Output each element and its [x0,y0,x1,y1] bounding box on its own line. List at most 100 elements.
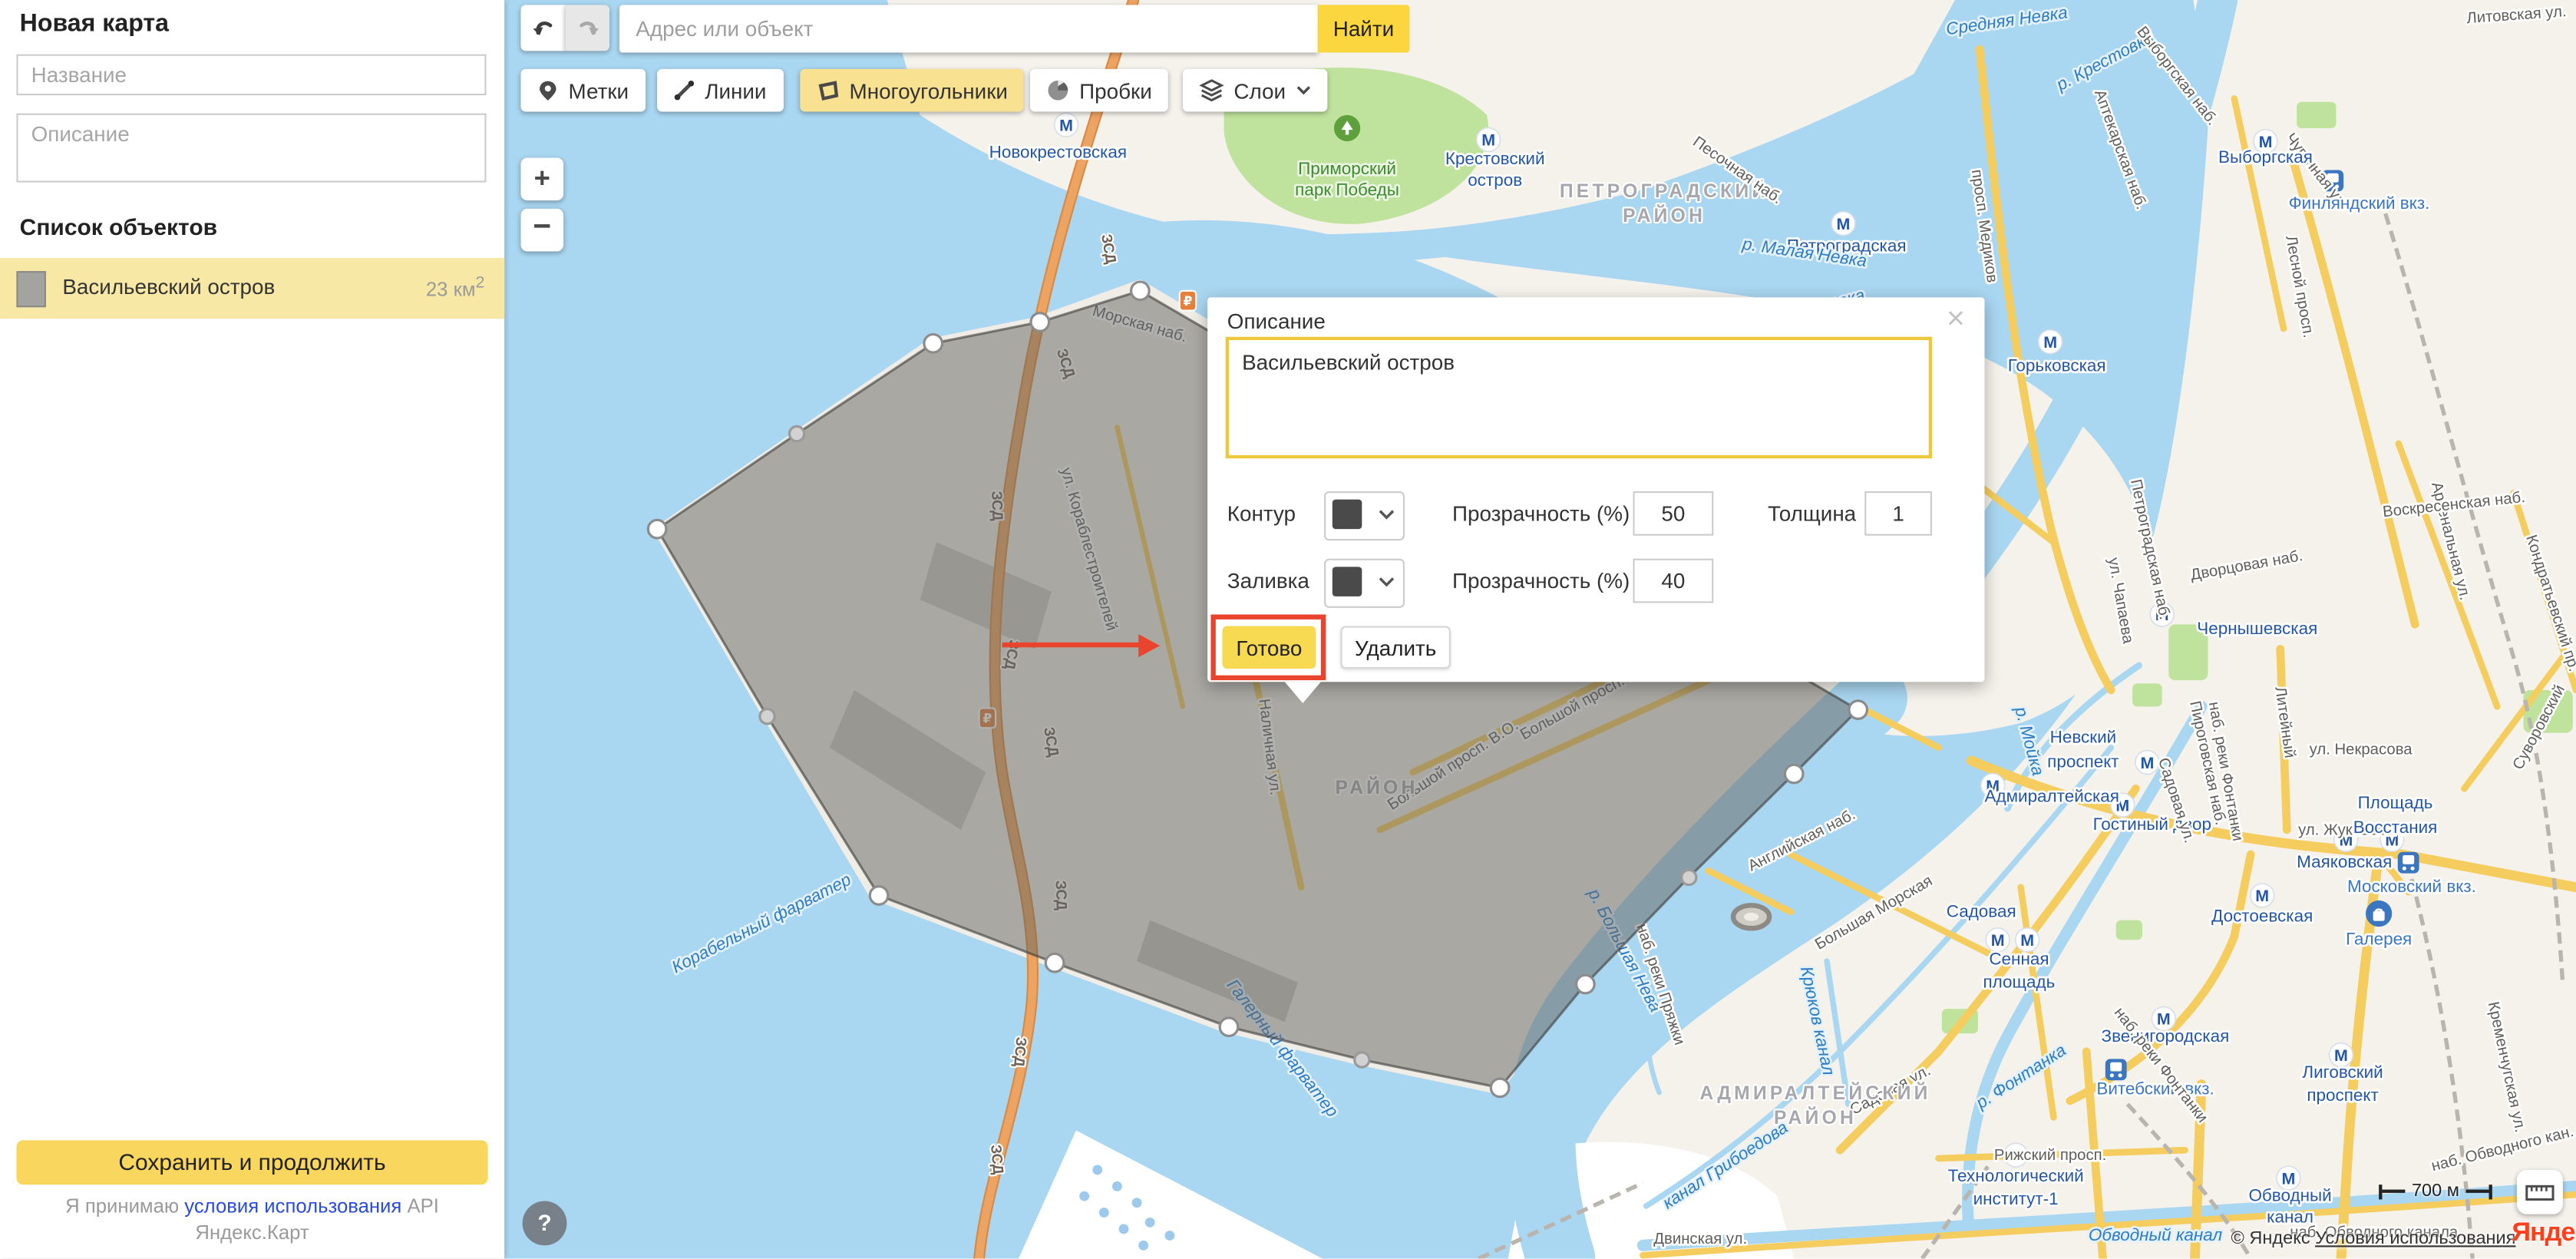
metro-icon: М [2039,330,2062,354]
page-title: Новая карта [20,10,169,38]
svg-text:М: М [2043,333,2057,352]
metro-icon: М [2016,928,2039,952]
tool-traffic[interactable]: Пробки [1030,69,1168,112]
scale-value: 700 м [2405,1181,2465,1201]
thickness-input[interactable] [1864,491,1932,536]
tool-placemarks[interactable]: Метки [520,69,645,112]
zoom-in-button[interactable]: + [520,157,563,200]
map-label: площадь [1983,972,2056,991]
polygon-midpoint-handle[interactable] [760,709,774,724]
svg-text:М: М [1481,131,1495,150]
fill-opacity-input[interactable] [1633,559,1713,603]
polygon-vertex-handle[interactable] [870,887,888,905]
map-label: канал [2267,1207,2313,1226]
metro-icon: М [2251,884,2274,907]
map-label: Чернышевская [2197,619,2317,638]
map-label: Сенная [1989,949,2049,968]
object-list-item[interactable]: Васильевский остров 23 км2 [0,258,504,319]
outline-color-swatch [1333,500,1362,530]
redo-icon [574,16,600,39]
polygon-vertex-handle[interactable] [1491,1079,1509,1097]
map-label: Новокрестовская [989,142,1127,161]
polygon-vertex-handle[interactable] [1577,975,1595,993]
map-label: Двинская ул. [1653,1231,1747,1247]
search-box [619,5,1318,52]
placemark-icon [537,79,559,102]
svg-text:М: М [2140,754,2154,772]
map-label: ул. Некрасова [2310,741,2413,758]
polygon-vertex-handle[interactable] [1785,765,1803,783]
polygon-description-textarea[interactable]: Васильевский остров [1226,337,1932,458]
help-button[interactable]: ? [523,1201,567,1246]
polygon-vertex-handle[interactable] [1031,313,1049,332]
polygon-vertex-handle[interactable] [1849,701,1868,719]
map-label: Площадь [2358,793,2433,812]
save-button[interactable]: Сохранить и продолжить [16,1140,487,1185]
polygon-midpoint-handle[interactable] [1682,870,1696,884]
tool-polygons-label: Многоугольники [850,78,1008,103]
polygon-vertex-handle[interactable] [1045,953,1064,972]
map-label: Адмиралтейская [1984,786,2119,805]
annotation-arrow-head [1138,633,1160,656]
map-label: институт-1 [1973,1189,2059,1208]
ruler-icon [2525,1184,2555,1200]
metro-icon: М [1055,113,1078,137]
map-label: Обводный [2248,1186,2331,1205]
undo-button[interactable] [520,5,565,51]
outline-color-select[interactable] [1324,491,1405,540]
search-button[interactable]: Найти [1318,5,1410,52]
map-label: проспект [2307,1086,2378,1105]
sidebar: Новая карта Список объектов Васильевский… [0,0,504,1258]
svg-text:₽: ₽ [1183,294,1192,309]
map-label: парк Победы [1295,180,1399,200]
polygon-vertex-handle[interactable] [924,335,943,353]
outline-opacity-input[interactable] [1633,491,1713,536]
delete-button[interactable]: Удалить [1340,626,1450,669]
map-label: Приморский [1298,159,1396,178]
ruler-button[interactable] [2517,1170,2563,1214]
polygon-vertex-handle[interactable] [1131,282,1150,300]
close-icon[interactable]: × [1947,304,1965,335]
polygon-vertex-handle[interactable] [1220,1018,1238,1036]
map-label: Галерея [2346,930,2412,949]
fill-color-swatch [1333,567,1362,596]
metro-icon: М [1477,128,1501,152]
map-description-input[interactable] [16,114,486,183]
map-label: АДМИРАЛТЕЙСКИЙ [1699,1082,1930,1104]
metro-icon: М [1831,212,1855,236]
terms-link[interactable]: Условия использования [2315,1229,2515,1249]
tool-layers[interactable]: Слои [1183,69,1327,112]
bag-icon [2366,900,2392,927]
fill-color-select[interactable] [1324,559,1405,608]
map-label: Финляндский вкз. [2289,193,2430,213]
map-label: ЗСД [1010,1036,1029,1068]
polygon-midpoint-handle[interactable] [1355,1052,1369,1067]
tool-layers-label: Слои [1234,78,1286,103]
tool-lines-label: Линии [705,78,766,103]
map-label: Выборгская [2218,147,2313,167]
map-label: Обводный канал [2089,1225,2223,1244]
tool-lines[interactable]: Линии [657,69,783,112]
fill-opacity-label: Прозрачность (%) [1452,569,1630,593]
tool-placemarks-label: Метки [569,78,629,103]
tool-traffic-label: Пробки [1079,78,1152,103]
outline-opacity-label: Прозрачность (%) [1452,501,1630,526]
search-input[interactable] [619,5,1318,52]
map-name-input[interactable] [16,55,486,96]
map-label: остров [1468,170,1522,190]
annotation-arrow [1002,643,1141,647]
terms-text: Я принимаю условия использования API [0,1195,504,1218]
polygon-midpoint-handle[interactable] [789,426,804,441]
terms-text-line2: Яндекс.Карт [0,1221,504,1244]
map-label: Достоевская [2211,907,2313,926]
terms-of-use-link[interactable]: условия использования [184,1195,401,1218]
line-icon [674,79,695,102]
redo-button[interactable] [565,5,609,51]
polygon-vertex-handle[interactable] [648,520,666,538]
tool-polygons[interactable]: Многоугольники [800,69,1024,112]
zoom-out-button[interactable]: − [520,209,563,252]
map-label: Садовая [1947,901,2016,920]
stadium-icon [1733,905,1769,928]
map-label: Лиговский [2302,1062,2383,1082]
yandex-logo: Яндекс [2512,1219,2576,1249]
